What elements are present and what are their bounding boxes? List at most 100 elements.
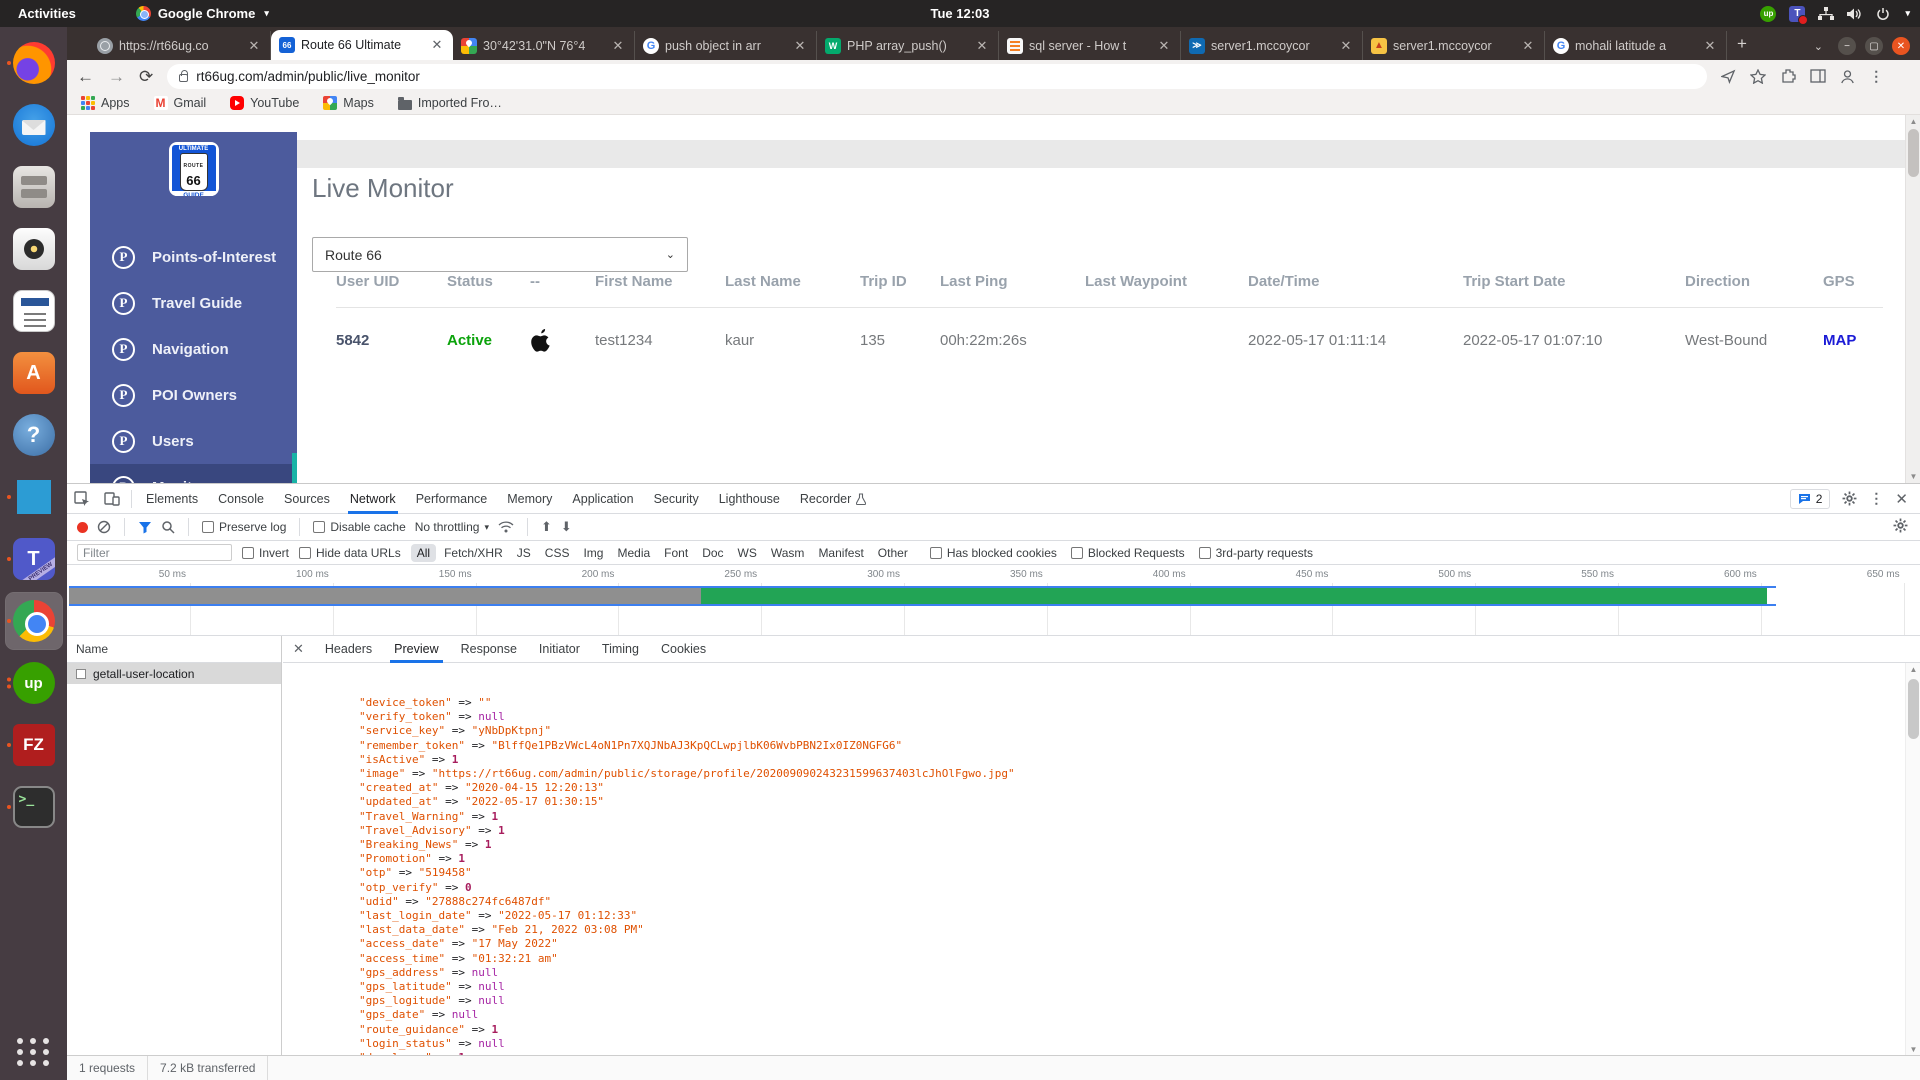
throttling-select[interactable]: No throttling ▾ <box>415 520 489 534</box>
close-button[interactable]: ✕ <box>1892 37 1910 55</box>
browser-tab-8[interactable]: Gmohali latitude a✕ <box>1545 31 1727 60</box>
filter-type-js[interactable]: JS <box>511 544 537 562</box>
detail-tab-headers[interactable]: Headers <box>314 636 383 663</box>
browser-menu-icon[interactable]: ⋮ <box>1869 68 1883 85</box>
browser-tab-7[interactable]: ▲server1.mccoycor✕ <box>1363 31 1545 60</box>
profile-icon[interactable] <box>1840 69 1855 84</box>
detail-tab-timing[interactable]: Timing <box>591 636 650 663</box>
dock-upwork-button[interactable]: up <box>6 655 62 711</box>
detail-tab-preview[interactable]: Preview <box>383 636 449 663</box>
sidebar-item-travel-guide[interactable]: PTravel Guide <box>90 280 297 326</box>
route-select[interactable]: Route 66 ⌄ <box>312 237 688 272</box>
filter-input[interactable] <box>77 544 232 561</box>
filter-type-font[interactable]: Font <box>658 544 694 562</box>
power-icon[interactable] <box>1876 7 1890 21</box>
devtools-tab-elements[interactable]: Elements <box>136 484 208 514</box>
bookmark-imported-fro-[interactable]: Imported Fro… <box>398 96 502 110</box>
page-scrollbar[interactable]: ▲ ▼ <box>1905 115 1920 483</box>
filter-type-wasm[interactable]: Wasm <box>765 544 811 562</box>
scroll-down-icon[interactable]: ▼ <box>1906 472 1920 481</box>
network-settings-icon[interactable] <box>1893 518 1920 536</box>
app-menu[interactable]: Google Chrome ▾ <box>136 6 269 21</box>
tab-close-icon[interactable]: ✕ <box>246 38 262 54</box>
devtools-tab-application[interactable]: Application <box>562 484 643 514</box>
dock-files-button[interactable] <box>6 159 62 215</box>
devtools-close-icon[interactable]: ✕ <box>1895 490 1908 508</box>
dock-firefox-button[interactable] <box>6 35 62 91</box>
tab-close-icon[interactable]: ✕ <box>1338 38 1354 54</box>
preview-scrollbar-thumb[interactable] <box>1908 679 1919 739</box>
filter-type-img[interactable]: Img <box>577 544 609 562</box>
dock-terminal-button[interactable]: >_ <box>6 779 62 835</box>
bookmark-apps[interactable]: Apps <box>81 96 130 110</box>
record-button[interactable] <box>77 522 88 533</box>
scroll-down-icon[interactable]: ▼ <box>1906 1045 1920 1054</box>
device-toolbar-icon[interactable] <box>97 491 127 506</box>
devtools-tab-memory[interactable]: Memory <box>497 484 562 514</box>
activities-button[interactable]: Activities <box>18 6 76 21</box>
dock-media-button[interactable] <box>6 221 62 277</box>
bookmark-maps[interactable]: Maps <box>323 96 374 110</box>
url-text[interactable]: rt66ug.com/admin/public/live_monitor <box>196 69 420 84</box>
search-icon[interactable] <box>161 520 175 534</box>
sidebar-item-users[interactable]: PUsers <box>90 418 297 464</box>
cell-gps[interactable]: MAP <box>1823 332 1883 349</box>
browser-tab-0[interactable]: https://rt66ug.co✕ <box>89 31 271 60</box>
preserve-log-checkbox[interactable]: Preserve log <box>202 520 286 534</box>
request-row-selected[interactable]: getall-user-location <box>67 663 281 684</box>
filter-type-ws[interactable]: WS <box>732 544 763 562</box>
filter-type-fetch-xhr[interactable]: Fetch/XHR <box>438 544 509 562</box>
import-har-icon[interactable]: ⬆ <box>541 519 552 535</box>
devtools-settings-icon[interactable] <box>1842 491 1857 506</box>
detail-close-icon[interactable]: ✕ <box>283 641 314 657</box>
page-scrollbar-thumb[interactable] <box>1908 129 1919 177</box>
filter-type-media[interactable]: Media <box>611 544 656 562</box>
browser-tab-5[interactable]: sql server - How t✕ <box>999 31 1181 60</box>
filter-has-blocked-cookies-checkbox[interactable]: Has blocked cookies <box>930 546 1057 560</box>
requests-name-header[interactable]: Name <box>67 636 281 663</box>
sidebar-item-navigation[interactable]: PNavigation <box>90 326 297 372</box>
tab-close-icon[interactable]: ✕ <box>792 38 808 54</box>
browser-tab-4[interactable]: WPHP array_push()✕ <box>817 31 999 60</box>
dock-software-button[interactable]: A <box>6 345 62 401</box>
invert-checkbox[interactable]: Invert <box>242 546 289 560</box>
scroll-up-icon[interactable]: ▲ <box>1906 665 1920 674</box>
detail-tab-cookies[interactable]: Cookies <box>650 636 717 663</box>
browser-tab-2[interactable]: 30°42'31.0"N 76°4✕ <box>453 31 635 60</box>
network-conditions-icon[interactable] <box>498 521 514 533</box>
devtools-tab-recorder[interactable]: Recorder <box>790 484 876 514</box>
devtools-tab-performance[interactable]: Performance <box>406 484 498 514</box>
address-bar[interactable]: rt66ug.com/admin/public/live_monitor <box>167 64 1707 89</box>
tab-close-icon[interactable]: ✕ <box>1702 38 1718 54</box>
sidebar-item-monitors[interactable]: PMonitors <box>90 464 297 483</box>
devtools-tab-lighthouse[interactable]: Lighthouse <box>709 484 790 514</box>
dock-vscode-button[interactable] <box>6 469 62 525</box>
maximize-button[interactable]: ▢ <box>1865 37 1883 55</box>
dock-filezilla-button[interactable]: FZ <box>6 717 62 773</box>
upwork-tray-icon[interactable]: up <box>1760 6 1776 22</box>
dock-thunderbird-button[interactable] <box>6 97 62 153</box>
dock-libre-button[interactable] <box>6 283 62 339</box>
devtools-tab-sources[interactable]: Sources <box>274 484 340 514</box>
filter-3rd-party-requests-checkbox[interactable]: 3rd-party requests <box>1199 546 1313 560</box>
show-applications-button[interactable] <box>17 1038 51 1066</box>
tab-close-icon[interactable]: ✕ <box>610 38 626 54</box>
reload-button[interactable]: ⟳ <box>139 68 153 85</box>
filter-type-doc[interactable]: Doc <box>696 544 729 562</box>
hide-data-urls-checkbox[interactable]: Hide data URLs <box>299 546 401 560</box>
minimize-button[interactable]: − <box>1838 37 1856 55</box>
side-panel-icon[interactable] <box>1810 69 1826 83</box>
filter-type-other[interactable]: Other <box>872 544 914 562</box>
browser-tab-6[interactable]: ≫server1.mccoycor✕ <box>1181 31 1363 60</box>
filter-blocked-requests-checkbox[interactable]: Blocked Requests <box>1071 546 1185 560</box>
tab-search-chevron-icon[interactable]: ⌄ <box>1814 40 1823 53</box>
dock-teams-button[interactable]: T <box>6 531 62 587</box>
back-button[interactable]: ← <box>77 68 94 85</box>
preview-pane[interactable]: "device_token" => """verify_token" => nu… <box>283 663 1905 1056</box>
bookmark-star-icon[interactable] <box>1750 69 1766 84</box>
dock-chrome-button[interactable] <box>6 593 62 649</box>
dock-help-button[interactable]: ? <box>6 407 62 463</box>
extensions-icon[interactable] <box>1780 68 1796 84</box>
devtools-menu-icon[interactable]: ⋮ <box>1869 490 1883 507</box>
filter-icon[interactable] <box>138 521 152 534</box>
